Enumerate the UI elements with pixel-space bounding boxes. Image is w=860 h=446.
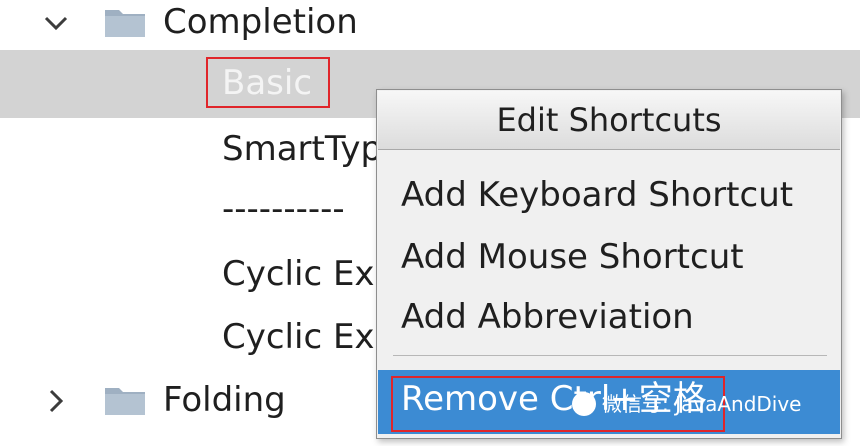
menu-item-add-abbreviation[interactable]: Add Abbreviation bbox=[401, 296, 694, 338]
context-menu: Edit Shortcuts Add Keyboard Shortcut Add… bbox=[376, 89, 842, 439]
watermark: 微信号: JavaAndDive bbox=[572, 388, 802, 420]
wechat-icon bbox=[572, 392, 596, 416]
menu-item-add-mouse-shortcut[interactable]: Add Mouse Shortcut bbox=[401, 236, 744, 278]
tree-node-completion[interactable]: Completion bbox=[163, 2, 358, 42]
watermark-text: 微信号: JavaAndDive bbox=[602, 392, 802, 416]
tree-separator: ---------- bbox=[222, 189, 345, 229]
tree-node-basic[interactable]: Basic bbox=[222, 63, 312, 103]
menu-item-add-keyboard-shortcut[interactable]: Add Keyboard Shortcut bbox=[401, 174, 793, 216]
tree-node-folding[interactable]: Folding bbox=[163, 380, 286, 420]
tree-node-cyclic-expand-2[interactable]: Cyclic Exp bbox=[222, 317, 396, 357]
chevron-right-icon[interactable] bbox=[42, 380, 70, 420]
menu-separator bbox=[393, 355, 827, 356]
folder-icon bbox=[104, 6, 146, 38]
chevron-down-icon[interactable] bbox=[42, 2, 70, 42]
tree-node-cyclic-expand-1[interactable]: Cyclic Exp bbox=[222, 254, 396, 294]
menu-header-edit-shortcuts: Edit Shortcuts bbox=[378, 91, 840, 150]
tree-node-smarttype[interactable]: SmartTyp bbox=[222, 129, 382, 169]
folder-icon bbox=[104, 384, 146, 416]
